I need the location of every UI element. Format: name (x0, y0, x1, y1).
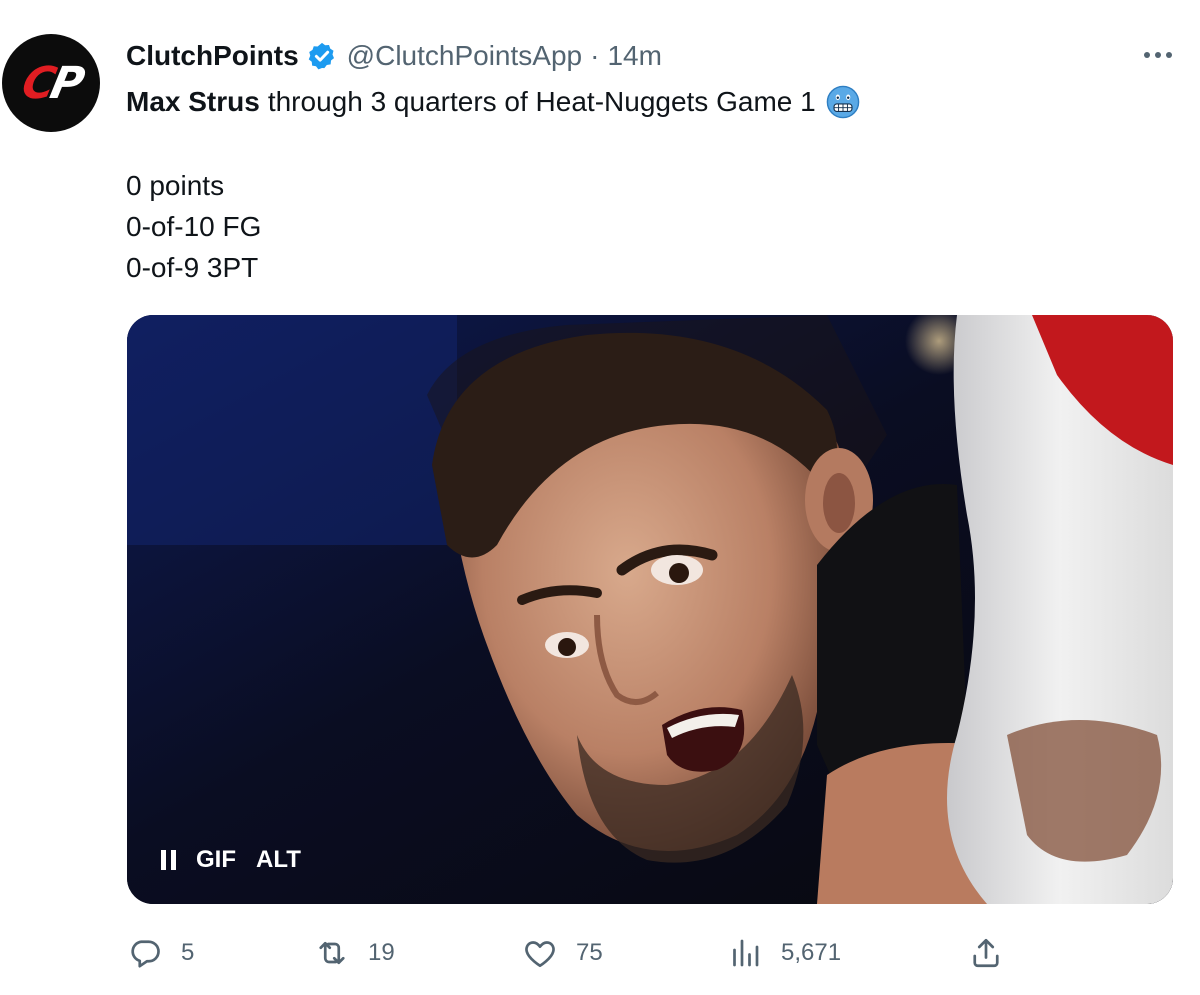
tweet-text-rest: through 3 quarters of Heat-Nuggets Game … (267, 86, 816, 117)
tweet-stat-lines: 0 points 0-of-10 FG 0-of-9 3PT (126, 165, 261, 288)
tweet-text-bold: Max Strus (126, 86, 260, 117)
reply-button[interactable]: 5 (127, 930, 194, 976)
retweet-count: 19 (368, 939, 395, 966)
media-controls: GIF ALT (161, 843, 301, 877)
retweet-button[interactable]: 19 (314, 930, 395, 976)
share-button[interactable] (968, 930, 1004, 976)
tweet-header: ClutchPoints @ClutchPointsApp · 14m (126, 38, 662, 74)
alt-text-button[interactable]: ALT (256, 846, 301, 874)
reply-count: 5 (181, 939, 195, 966)
display-name[interactable]: ClutchPoints (126, 40, 299, 72)
grimacing-face-icon (826, 85, 859, 119)
heart-icon (525, 941, 555, 968)
gif-badge: GIF (196, 846, 236, 873)
like-button[interactable]: 75 (522, 930, 603, 976)
stat-line-fg: 0-of-10 FG (126, 211, 262, 242)
gif-media[interactable]: GIF ALT (127, 315, 1173, 904)
share-icon (973, 938, 999, 968)
tweet-actions: 5 19 75 5,671 (127, 930, 1187, 976)
views-chart-icon (733, 939, 759, 967)
verified-badge-icon[interactable] (307, 41, 337, 71)
separator-dot: · (590, 40, 600, 71)
pause-icon (161, 850, 166, 870)
like-count: 75 (576, 939, 603, 966)
stat-line-points: 0 points (126, 170, 225, 201)
stat-line-3pt: 0-of-9 3PT (126, 252, 259, 283)
clutchpoints-logo-icon: CP (17, 57, 85, 109)
views-button[interactable]: 5,671 (727, 930, 841, 976)
retweet-icon (319, 941, 345, 965)
tweet[interactable]: CP ClutchPoints @ClutchPointsApp · 14m M… (0, 0, 1200, 995)
more-dots-icon (1144, 52, 1150, 58)
pause-button[interactable] (161, 849, 176, 871)
tweet-text-headline: Max Strus through 3 quarters of Heat-Nug… (126, 84, 860, 120)
more-options-button[interactable] (1138, 40, 1178, 70)
gif-frame-image (127, 315, 1173, 904)
user-handle[interactable]: @ClutchPointsApp (347, 40, 582, 72)
avatar[interactable]: CP (2, 34, 100, 132)
timestamp[interactable]: 14m (607, 40, 661, 72)
reply-icon (131, 940, 160, 968)
views-count: 5,671 (781, 939, 842, 966)
